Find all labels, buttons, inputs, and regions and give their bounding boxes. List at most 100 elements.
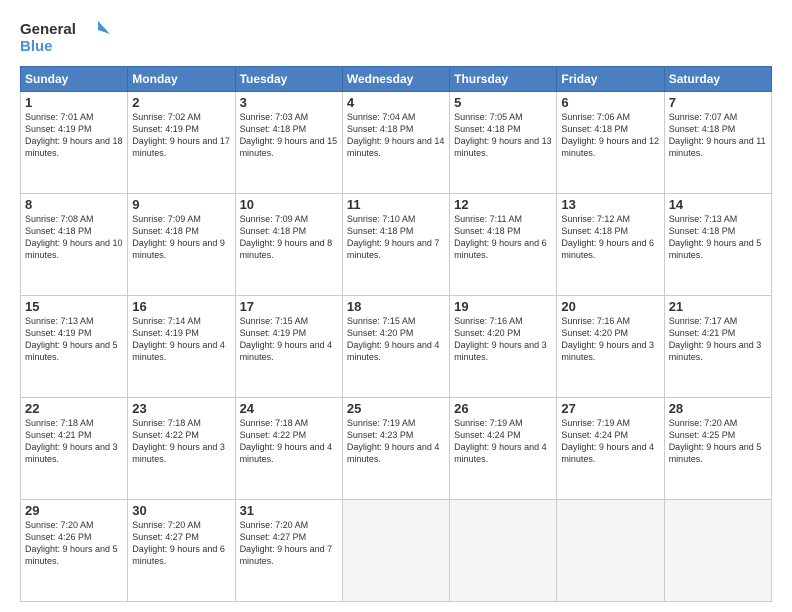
cell-info: Sunrise: 7:15 AMSunset: 4:20 PMDaylight:…	[347, 315, 445, 364]
day-number: 5	[454, 95, 552, 110]
calendar-cell: 31Sunrise: 7:20 AMSunset: 4:27 PMDayligh…	[235, 500, 342, 602]
calendar-cell: 23Sunrise: 7:18 AMSunset: 4:22 PMDayligh…	[128, 398, 235, 500]
calendar-cell: 10Sunrise: 7:09 AMSunset: 4:18 PMDayligh…	[235, 194, 342, 296]
day-number: 15	[25, 299, 123, 314]
cell-info: Sunrise: 7:19 AMSunset: 4:24 PMDaylight:…	[454, 417, 552, 466]
cell-info: Sunrise: 7:20 AMSunset: 4:25 PMDaylight:…	[669, 417, 767, 466]
calendar-cell: 5Sunrise: 7:05 AMSunset: 4:18 PMDaylight…	[450, 92, 557, 194]
calendar-cell: 11Sunrise: 7:10 AMSunset: 4:18 PMDayligh…	[342, 194, 449, 296]
calendar-cell: 26Sunrise: 7:19 AMSunset: 4:24 PMDayligh…	[450, 398, 557, 500]
cell-info: Sunrise: 7:14 AMSunset: 4:19 PMDaylight:…	[132, 315, 230, 364]
calendar-cell: 16Sunrise: 7:14 AMSunset: 4:19 PMDayligh…	[128, 296, 235, 398]
calendar-cell	[342, 500, 449, 602]
day-number: 17	[240, 299, 338, 314]
calendar-cell: 9Sunrise: 7:09 AMSunset: 4:18 PMDaylight…	[128, 194, 235, 296]
cell-info: Sunrise: 7:18 AMSunset: 4:22 PMDaylight:…	[132, 417, 230, 466]
logo: General Blue	[20, 16, 110, 56]
cell-info: Sunrise: 7:09 AMSunset: 4:18 PMDaylight:…	[132, 213, 230, 262]
calendar-cell: 17Sunrise: 7:15 AMSunset: 4:19 PMDayligh…	[235, 296, 342, 398]
cell-info: Sunrise: 7:11 AMSunset: 4:18 PMDaylight:…	[454, 213, 552, 262]
day-number: 23	[132, 401, 230, 416]
col-header-friday: Friday	[557, 67, 664, 92]
cell-info: Sunrise: 7:19 AMSunset: 4:24 PMDaylight:…	[561, 417, 659, 466]
cell-info: Sunrise: 7:01 AMSunset: 4:19 PMDaylight:…	[25, 111, 123, 160]
cell-info: Sunrise: 7:16 AMSunset: 4:20 PMDaylight:…	[561, 315, 659, 364]
calendar-cell: 24Sunrise: 7:18 AMSunset: 4:22 PMDayligh…	[235, 398, 342, 500]
day-number: 21	[669, 299, 767, 314]
day-number: 7	[669, 95, 767, 110]
day-number: 13	[561, 197, 659, 212]
cell-info: Sunrise: 7:20 AMSunset: 4:27 PMDaylight:…	[132, 519, 230, 568]
cell-info: Sunrise: 7:02 AMSunset: 4:19 PMDaylight:…	[132, 111, 230, 160]
calendar-cell: 14Sunrise: 7:13 AMSunset: 4:18 PMDayligh…	[664, 194, 771, 296]
calendar-cell: 2Sunrise: 7:02 AMSunset: 4:19 PMDaylight…	[128, 92, 235, 194]
cell-info: Sunrise: 7:12 AMSunset: 4:18 PMDaylight:…	[561, 213, 659, 262]
day-number: 4	[347, 95, 445, 110]
day-number: 26	[454, 401, 552, 416]
cell-info: Sunrise: 7:08 AMSunset: 4:18 PMDaylight:…	[25, 213, 123, 262]
svg-text:General: General	[20, 21, 76, 38]
cell-info: Sunrise: 7:15 AMSunset: 4:19 PMDaylight:…	[240, 315, 338, 364]
cell-info: Sunrise: 7:03 AMSunset: 4:18 PMDaylight:…	[240, 111, 338, 160]
day-number: 8	[25, 197, 123, 212]
day-number: 11	[347, 197, 445, 212]
calendar-cell: 3Sunrise: 7:03 AMSunset: 4:18 PMDaylight…	[235, 92, 342, 194]
day-number: 27	[561, 401, 659, 416]
day-number: 12	[454, 197, 552, 212]
calendar-cell	[664, 500, 771, 602]
day-number: 22	[25, 401, 123, 416]
day-number: 20	[561, 299, 659, 314]
calendar-cell: 28Sunrise: 7:20 AMSunset: 4:25 PMDayligh…	[664, 398, 771, 500]
day-number: 25	[347, 401, 445, 416]
calendar-cell: 30Sunrise: 7:20 AMSunset: 4:27 PMDayligh…	[128, 500, 235, 602]
day-number: 14	[669, 197, 767, 212]
col-header-thursday: Thursday	[450, 67, 557, 92]
calendar-cell: 7Sunrise: 7:07 AMSunset: 4:18 PMDaylight…	[664, 92, 771, 194]
col-header-saturday: Saturday	[664, 67, 771, 92]
day-number: 2	[132, 95, 230, 110]
day-number: 31	[240, 503, 338, 518]
day-number: 19	[454, 299, 552, 314]
calendar-cell: 29Sunrise: 7:20 AMSunset: 4:26 PMDayligh…	[21, 500, 128, 602]
day-number: 24	[240, 401, 338, 416]
day-number: 1	[25, 95, 123, 110]
cell-info: Sunrise: 7:13 AMSunset: 4:19 PMDaylight:…	[25, 315, 123, 364]
cell-info: Sunrise: 7:09 AMSunset: 4:18 PMDaylight:…	[240, 213, 338, 262]
day-number: 6	[561, 95, 659, 110]
calendar-cell: 4Sunrise: 7:04 AMSunset: 4:18 PMDaylight…	[342, 92, 449, 194]
calendar-cell: 27Sunrise: 7:19 AMSunset: 4:24 PMDayligh…	[557, 398, 664, 500]
calendar-week-4: 22Sunrise: 7:18 AMSunset: 4:21 PMDayligh…	[21, 398, 772, 500]
cell-info: Sunrise: 7:13 AMSunset: 4:18 PMDaylight:…	[669, 213, 767, 262]
svg-text:Blue: Blue	[20, 38, 53, 55]
cell-info: Sunrise: 7:07 AMSunset: 4:18 PMDaylight:…	[669, 111, 767, 160]
calendar-week-1: 1Sunrise: 7:01 AMSunset: 4:19 PMDaylight…	[21, 92, 772, 194]
calendar-cell: 25Sunrise: 7:19 AMSunset: 4:23 PMDayligh…	[342, 398, 449, 500]
col-header-tuesday: Tuesday	[235, 67, 342, 92]
calendar-cell: 18Sunrise: 7:15 AMSunset: 4:20 PMDayligh…	[342, 296, 449, 398]
header: General Blue	[20, 16, 772, 56]
day-number: 3	[240, 95, 338, 110]
calendar-table: SundayMondayTuesdayWednesdayThursdayFrid…	[20, 66, 772, 602]
calendar-cell: 22Sunrise: 7:18 AMSunset: 4:21 PMDayligh…	[21, 398, 128, 500]
calendar-cell: 20Sunrise: 7:16 AMSunset: 4:20 PMDayligh…	[557, 296, 664, 398]
day-number: 16	[132, 299, 230, 314]
col-header-sunday: Sunday	[21, 67, 128, 92]
day-number: 29	[25, 503, 123, 518]
col-header-monday: Monday	[128, 67, 235, 92]
day-number: 9	[132, 197, 230, 212]
cell-info: Sunrise: 7:06 AMSunset: 4:18 PMDaylight:…	[561, 111, 659, 160]
calendar-cell	[450, 500, 557, 602]
calendar-cell	[557, 500, 664, 602]
calendar-cell: 1Sunrise: 7:01 AMSunset: 4:19 PMDaylight…	[21, 92, 128, 194]
cell-info: Sunrise: 7:18 AMSunset: 4:21 PMDaylight:…	[25, 417, 123, 466]
day-number: 18	[347, 299, 445, 314]
calendar-header-row: SundayMondayTuesdayWednesdayThursdayFrid…	[21, 67, 772, 92]
calendar-cell: 21Sunrise: 7:17 AMSunset: 4:21 PMDayligh…	[664, 296, 771, 398]
logo-svg: General Blue	[20, 16, 110, 56]
cell-info: Sunrise: 7:10 AMSunset: 4:18 PMDaylight:…	[347, 213, 445, 262]
day-number: 10	[240, 197, 338, 212]
calendar-cell: 12Sunrise: 7:11 AMSunset: 4:18 PMDayligh…	[450, 194, 557, 296]
cell-info: Sunrise: 7:18 AMSunset: 4:22 PMDaylight:…	[240, 417, 338, 466]
cell-info: Sunrise: 7:20 AMSunset: 4:26 PMDaylight:…	[25, 519, 123, 568]
calendar-cell: 15Sunrise: 7:13 AMSunset: 4:19 PMDayligh…	[21, 296, 128, 398]
